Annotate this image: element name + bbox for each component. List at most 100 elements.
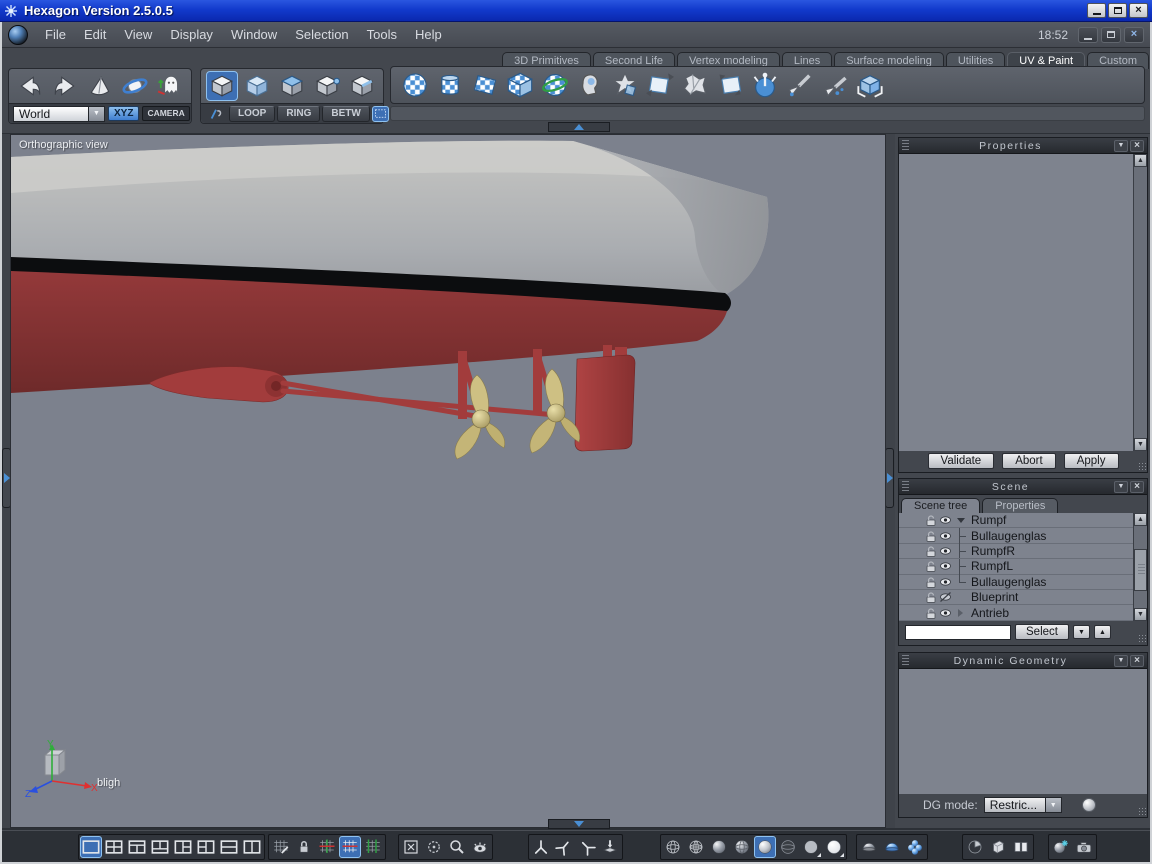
uv-custom-button[interactable] <box>574 70 606 100</box>
properties-close-button[interactable]: × <box>1130 139 1144 152</box>
wireframe-dense-button[interactable] <box>685 836 707 858</box>
select-button[interactable]: Select <box>1015 624 1069 640</box>
expand-open-icon[interactable] <box>956 517 965 523</box>
scroll-down-button[interactable]: ▼ <box>1134 438 1147 451</box>
lock-icon[interactable] <box>925 514 937 526</box>
eye-icon[interactable] <box>939 514 952 526</box>
smoothing-high-button[interactable] <box>904 836 926 858</box>
scene-close-button[interactable]: × <box>1130 480 1144 493</box>
abort-button[interactable]: Abort <box>1002 453 1056 469</box>
dg-mode-dropdown-arrow-icon[interactable]: ▼ <box>1045 797 1062 813</box>
snapshot-button[interactable] <box>1073 836 1095 858</box>
tab-scene-properties[interactable]: Properties <box>982 498 1059 513</box>
layout-right-split-button[interactable] <box>172 836 194 858</box>
uv-pin-plane-button[interactable] <box>644 70 676 100</box>
resize-grip[interactable] <box>1138 634 1146 642</box>
paint-select-button[interactable] <box>205 106 227 122</box>
tab-scene-tree[interactable]: Scene tree <box>901 498 981 513</box>
shaded-wire-button[interactable] <box>731 836 753 858</box>
ghost-mode-button[interactable] <box>154 71 186 101</box>
shaded-button[interactable] <box>708 836 730 858</box>
scroll-thumb[interactable] <box>1134 549 1147 591</box>
properties-menu-button[interactable]: ▼ <box>1114 139 1128 152</box>
select-vertex-mode-button[interactable] <box>311 71 343 101</box>
camera-button[interactable]: CAMERA <box>142 106 190 121</box>
marquee-rect-button[interactable] <box>371 105 389 122</box>
axis-pose-1-button[interactable] <box>530 836 552 858</box>
menu-selection[interactable]: Selection <box>286 23 357 46</box>
properties-scrollbar[interactable]: ▲ ▼ <box>1133 154 1147 451</box>
uv-cylindrical-button[interactable] <box>434 70 466 100</box>
uv-relax-button[interactable] <box>679 70 711 100</box>
betw-button[interactable]: BETW <box>322 105 370 122</box>
redo-button[interactable] <box>49 71 81 101</box>
menu-file[interactable]: File <box>36 23 75 46</box>
grid-snap-button[interactable] <box>339 836 361 858</box>
grid-edit-button[interactable] <box>270 836 292 858</box>
loop-button[interactable]: LOOP <box>229 105 276 122</box>
grid-axes-button[interactable] <box>316 836 338 858</box>
close-button[interactable]: × <box>1129 3 1148 18</box>
select-edge-mode-button[interactable] <box>346 71 378 101</box>
smoothing-on-button[interactable] <box>881 836 903 858</box>
layout-quad-button[interactable] <box>103 836 125 858</box>
layout-left-split-button[interactable] <box>195 836 217 858</box>
eye-icon[interactable] <box>939 530 952 542</box>
app-close-button[interactable]: × <box>1124 26 1144 43</box>
paint-texture-button[interactable] <box>819 70 851 100</box>
menu-tools[interactable]: Tools <box>358 23 406 46</box>
right-splitter[interactable] <box>885 134 895 828</box>
app-maximize-button[interactable] <box>1101 26 1121 43</box>
dynamic-geometry-menu-button[interactable]: ▼ <box>1114 654 1128 667</box>
select-auto-mode-button[interactable] <box>241 71 273 101</box>
wireframe-button[interactable] <box>662 836 684 858</box>
lock-icon[interactable] <box>925 560 937 572</box>
select-down-button[interactable]: ▼ <box>1072 625 1090 639</box>
scroll-up-button[interactable]: ▲ <box>1134 154 1147 167</box>
section-button[interactable] <box>964 836 986 858</box>
select-face-mode-button[interactable] <box>276 71 308 101</box>
uv-planar-button[interactable] <box>469 70 501 100</box>
layout-bottom-split-button[interactable] <box>149 836 171 858</box>
select-up-button[interactable]: ▲ <box>1093 625 1111 639</box>
tree-row-bullaugenglas-2[interactable]: Bullaugenglas <box>899 574 1147 590</box>
dg-mode-dropdown[interactable]: Restric... ▼ <box>983 797 1062 813</box>
drop-to-ground-button[interactable] <box>599 836 621 858</box>
lock-icon[interactable] <box>925 576 937 588</box>
toolbar-collapse-handle[interactable] <box>548 122 610 132</box>
scene-panel-header[interactable]: Scene ▼ × <box>899 479 1147 495</box>
properties-panel-header[interactable]: Properties ▼ × <box>899 138 1147 154</box>
axis-pose-3-button[interactable] <box>576 836 598 858</box>
dynamic-geometry-close-button[interactable]: × <box>1130 654 1144 667</box>
dg-preview-sphere-button[interactable] <box>1081 798 1096 812</box>
axis-pose-2-button[interactable] <box>553 836 575 858</box>
uv-spherical-button[interactable] <box>399 70 431 100</box>
bright-shaded-button[interactable] <box>823 836 845 858</box>
layout-top-split-button[interactable] <box>126 836 148 858</box>
uv-unfold-button[interactable] <box>609 70 641 100</box>
right-panel-collapse-handle[interactable] <box>885 448 894 508</box>
lock-icon[interactable] <box>925 591 937 603</box>
resize-grip[interactable] <box>1138 807 1146 815</box>
lock-icon[interactable] <box>925 530 937 542</box>
undo-button[interactable] <box>14 71 46 101</box>
scene-menu-button[interactable]: ▼ <box>1114 480 1128 493</box>
fit-view-button[interactable] <box>400 836 422 858</box>
smoothing-off-button[interactable] <box>858 836 880 858</box>
scene-tree-scrollbar[interactable]: ▲ ▼ <box>1133 513 1147 621</box>
look-at-button[interactable] <box>469 836 491 858</box>
validate-button[interactable]: Validate <box>927 453 995 469</box>
maximize-button[interactable] <box>1108 3 1127 18</box>
layout-v-split-button[interactable] <box>241 836 263 858</box>
apply-button[interactable]: Apply <box>1063 453 1119 469</box>
tree-row-rumpfl[interactable]: RumpfL <box>899 558 1147 575</box>
drag-grip-icon[interactable] <box>902 655 909 666</box>
manipulator-button[interactable] <box>119 71 151 101</box>
scene-filter-input[interactable] <box>905 624 1011 640</box>
paint-brush-button[interactable] <box>784 70 816 100</box>
tree-row-rumpf[interactable]: Rumpf <box>899 513 1147 529</box>
scroll-down-button[interactable]: ▼ <box>1134 608 1147 621</box>
eye-icon[interactable] <box>939 560 952 572</box>
layout-h-split-button[interactable] <box>218 836 240 858</box>
tree-row-blueprint[interactable]: Blueprint <box>899 590 1147 606</box>
